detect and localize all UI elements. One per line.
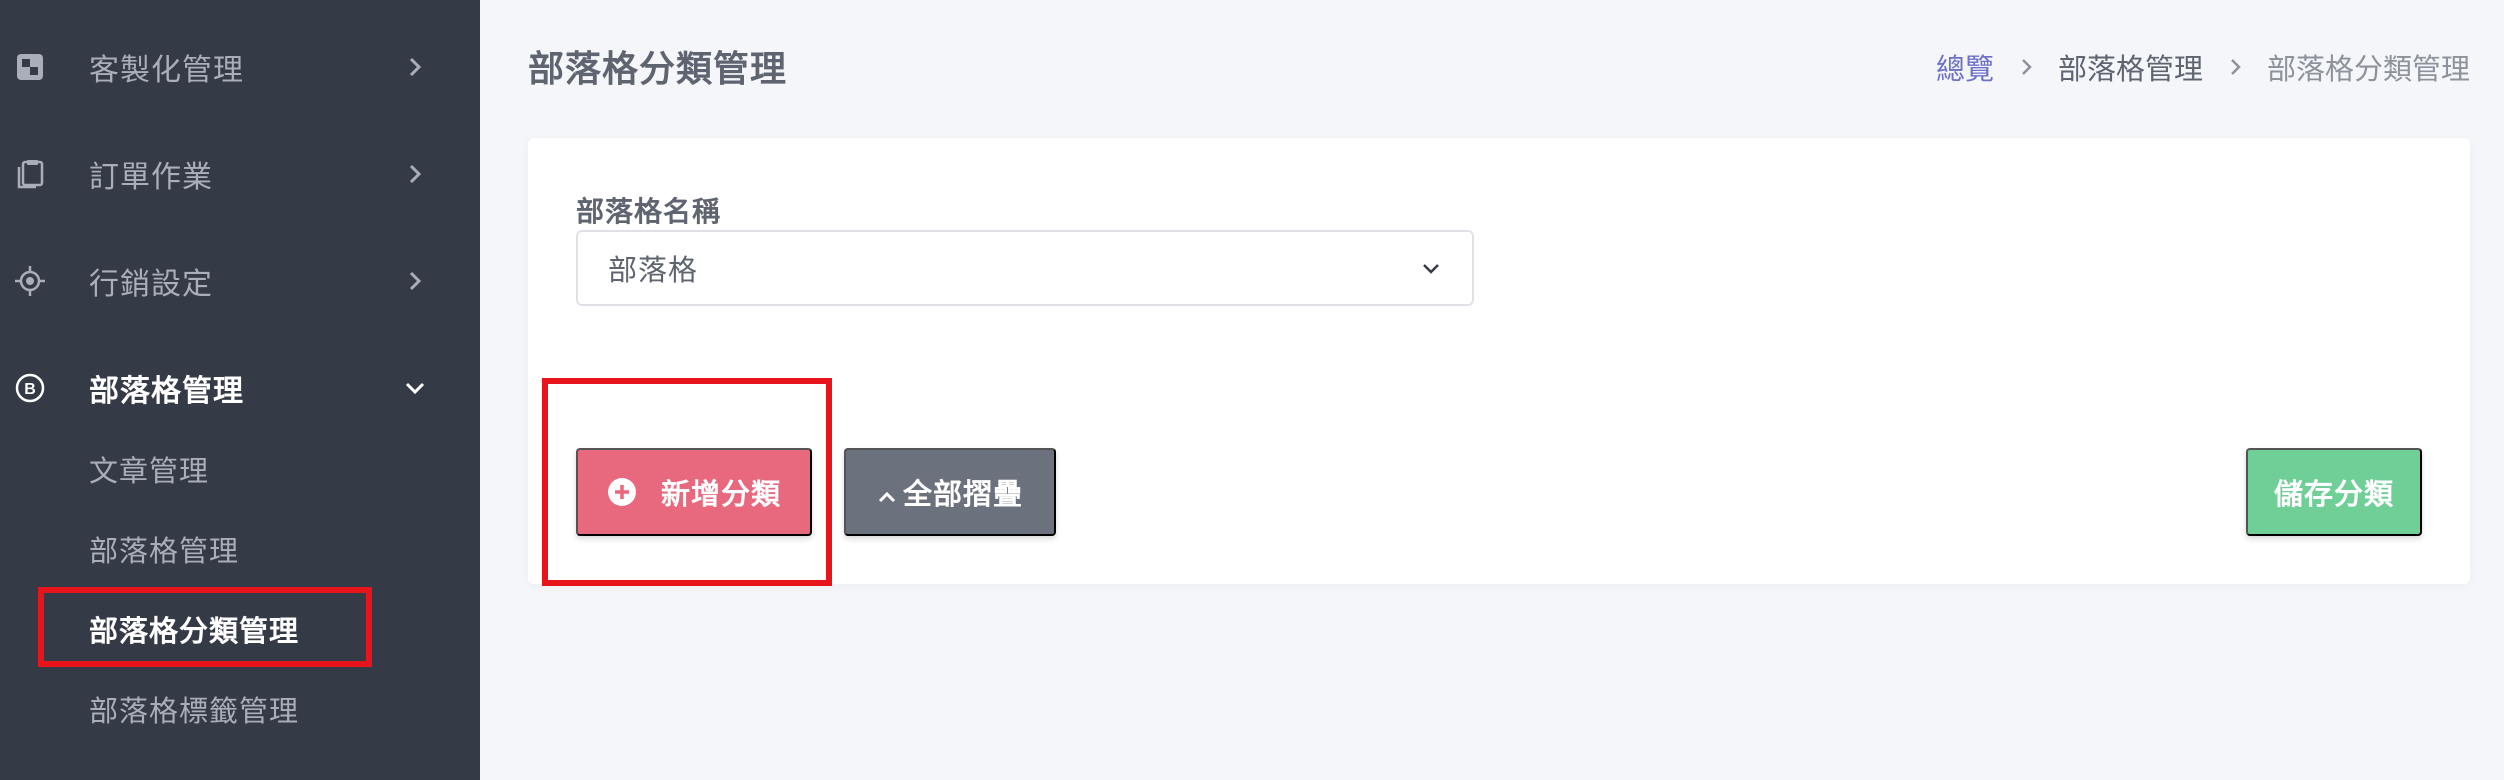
sidebar-item-label: 客製化管理 bbox=[89, 53, 244, 88]
sidebar-subitem-blogs[interactable]: 部落格管理 bbox=[89, 528, 239, 570]
svg-text:B: B bbox=[24, 381, 36, 398]
sidebar-item-label: 部落格管理 bbox=[89, 374, 244, 409]
clipboard-icon bbox=[14, 158, 46, 190]
sidebar-item-label: 訂單作業 bbox=[89, 160, 213, 195]
sidebar-subitem-articles[interactable]: 文章管理 bbox=[89, 448, 209, 490]
highlight-box-add-button bbox=[542, 378, 832, 586]
save-category-label: 儲存分類 bbox=[2273, 479, 2394, 511]
sidebar: 客製化管理 訂單作業 行銷設定 B 部落格管理 文章管理 部落格管理 部落格分類… bbox=[0, 0, 480, 780]
chevron-right-icon bbox=[2016, 57, 2036, 77]
sidebar-item-orders[interactable]: 訂單作業 bbox=[0, 139, 480, 209]
collapse-all-label: 全部摺疊 bbox=[902, 479, 1023, 511]
sidebar-item-label: 行銷設定 bbox=[89, 267, 213, 302]
sidebar-item-blog[interactable]: B 部落格管理 bbox=[0, 353, 480, 423]
target-icon bbox=[14, 265, 46, 297]
sidebar-item-customization[interactable]: 客製化管理 bbox=[0, 32, 480, 102]
page-title: 部落格分類管理 bbox=[528, 49, 788, 90]
highlight-box-sidebar bbox=[38, 587, 372, 667]
blog-b-icon: B bbox=[14, 372, 46, 404]
blog-select-value: 部落格 bbox=[608, 253, 699, 287]
blog-select[interactable]: 部落格 bbox=[576, 230, 1474, 306]
customize-icon bbox=[14, 51, 46, 83]
chevron-down-icon bbox=[1420, 257, 1442, 279]
breadcrumb-overview[interactable]: 總覽 bbox=[1936, 46, 1994, 88]
save-category-button[interactable]: 儲存分類 bbox=[2246, 448, 2422, 536]
chevron-up-icon bbox=[877, 487, 897, 507]
sidebar-item-marketing[interactable]: 行銷設定 bbox=[0, 246, 480, 316]
chevron-right-icon bbox=[404, 56, 426, 78]
chevron-right-icon bbox=[2225, 57, 2245, 77]
breadcrumb-current: 部落格分類管理 bbox=[2266, 52, 2470, 86]
chevron-right-icon bbox=[404, 270, 426, 292]
chevron-right-icon bbox=[404, 163, 426, 185]
sidebar-subitem-blog-tags[interactable]: 部落格標籤管理 bbox=[89, 688, 299, 730]
breadcrumb: 總覽 部落格管理 部落格分類管理 bbox=[1936, 46, 2470, 88]
blog-name-label: 部落格名稱 bbox=[576, 195, 722, 228]
collapse-all-button[interactable]: 全部摺疊 bbox=[844, 448, 1056, 536]
chevron-down-icon bbox=[404, 377, 426, 399]
breadcrumb-blog-management[interactable]: 部落格管理 bbox=[2058, 46, 2203, 88]
